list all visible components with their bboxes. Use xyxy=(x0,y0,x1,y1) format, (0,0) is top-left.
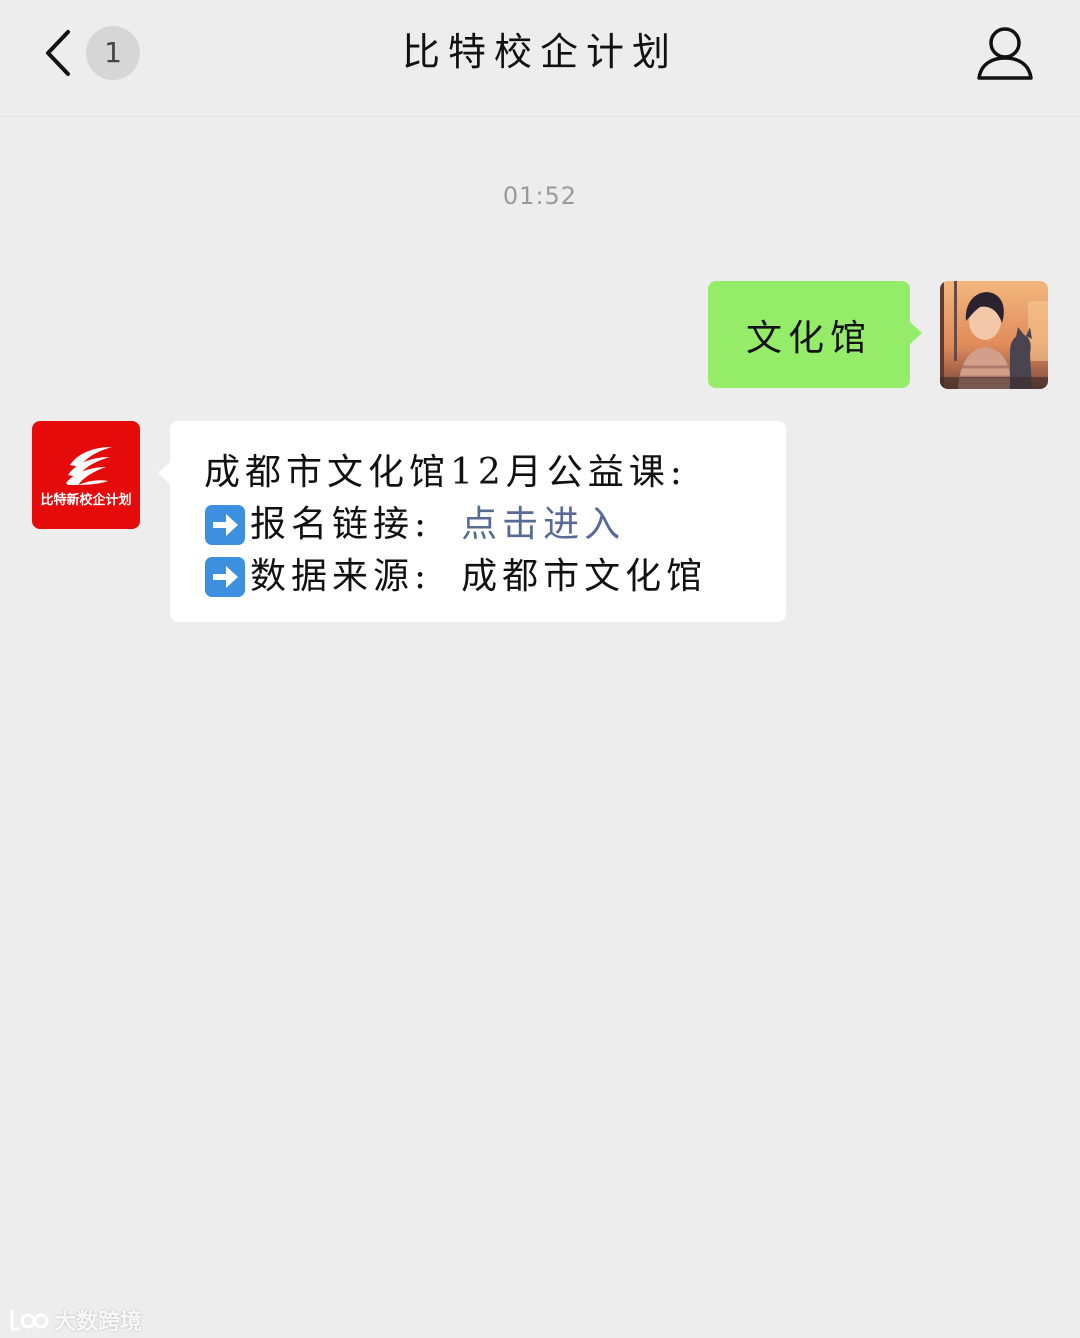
chat-title: 比特校企计划 xyxy=(401,30,678,74)
sent-message-bubble[interactable]: 文化馆 xyxy=(708,281,922,388)
message-line-signup: 报名链接: 点击进入 xyxy=(204,499,766,551)
self-avatar[interactable] xyxy=(940,281,1048,389)
brand-avatar-label: 比特新校企计划 xyxy=(40,493,132,508)
message-line-title: 成都市文化馆12月公益课: xyxy=(204,447,766,499)
right-arrow-icon xyxy=(205,557,245,597)
sent-message-text: 文化馆 xyxy=(745,317,872,359)
signup-link[interactable]: 点击进入 xyxy=(461,499,625,551)
message-timestamp: 01:52 xyxy=(502,182,578,210)
signup-link-label: 报名链接: xyxy=(250,504,432,545)
brand-logo-icon xyxy=(66,447,112,485)
received-message-bubble[interactable]: 成都市文化馆12月公益课: 报名链接: 点击进入 数据来源: 成都市文化馆 xyxy=(158,421,786,622)
watermark-text: 大数跨境 xyxy=(54,1310,143,1335)
right-arrow-icon xyxy=(205,505,245,545)
message-title-text: 成都市文化馆12月公益课: xyxy=(204,452,687,493)
data-source-label: 数据来源: xyxy=(250,556,432,597)
chat-header: 1 比特校企计划 xyxy=(0,0,1080,117)
data-source-value: 成都市文化馆 xyxy=(461,556,708,597)
watermark: 大数跨境 xyxy=(8,1304,142,1336)
watermark-logo-icon xyxy=(10,1309,49,1331)
brand-avatar[interactable]: 比特新校企计划 xyxy=(32,421,140,529)
chat-info-button[interactable] xyxy=(974,24,1036,82)
message-line-source: 数据来源: 成都市文化馆 xyxy=(204,551,766,603)
anime-boy-with-cat-avatar-image xyxy=(940,281,1048,389)
person-icon xyxy=(977,27,1033,80)
